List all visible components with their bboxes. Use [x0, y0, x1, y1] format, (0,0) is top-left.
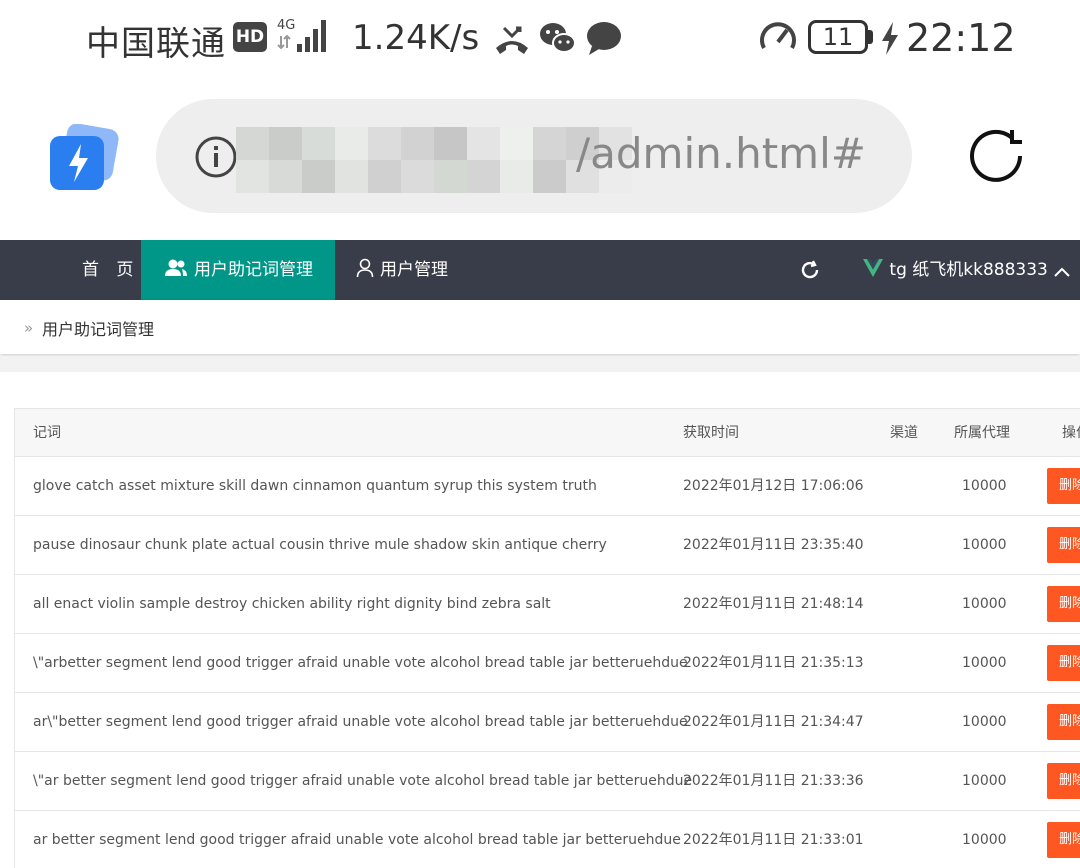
- cell-time: 2022年01月11日 21:35:13: [683, 655, 864, 671]
- info-icon[interactable]: [194, 135, 238, 179]
- delete-button[interactable]: 删除: [1047, 704, 1080, 740]
- content-divider: [0, 356, 1080, 372]
- chevron-up-icon: [1054, 267, 1070, 277]
- url-text[interactable]: /admin.html#: [576, 129, 866, 178]
- cell-words: ar better segment lend good trigger afra…: [33, 832, 681, 848]
- clock: 22:12: [906, 16, 1016, 60]
- cell-words: all enact violin sample destroy chicken …: [33, 596, 551, 612]
- url-redacted: [236, 127, 632, 193]
- admin-top-nav: 首 页 用户助记词管理 用户管理 tg 纸飞机kk888333: [0, 240, 1080, 300]
- header-agent: 所属代理: [954, 425, 1010, 441]
- table-row: \"arbetter segment lend good trigger afr…: [15, 634, 1080, 693]
- cell-agent: 10000: [962, 832, 1007, 848]
- cell-words: glove catch asset mixture skill dawn cin…: [33, 478, 597, 494]
- battery-tip: [868, 30, 873, 44]
- refresh-icon[interactable]: [798, 258, 822, 282]
- breadcrumb: » 用户助记词管理: [0, 300, 1080, 354]
- header-time: 获取时间: [683, 425, 739, 441]
- wechat-icon: [540, 23, 576, 53]
- cell-agent: 10000: [962, 714, 1007, 730]
- breadcrumb-current[interactable]: 用户助记词管理: [42, 316, 154, 340]
- cell-words: \"ar better segment lend good trigger af…: [33, 773, 693, 789]
- cell-agent: 10000: [962, 478, 1007, 494]
- users-icon: [165, 259, 187, 276]
- status-bar: 中国联通 HD 4G 1.24K/s 11 22:12: [0, 0, 1080, 76]
- cell-time: 2022年01月11日 21:34:47: [683, 714, 864, 730]
- delete-button[interactable]: 删除: [1047, 763, 1080, 799]
- missed-call-icon: [496, 26, 528, 54]
- nav-users-label: 用户管理: [380, 260, 448, 280]
- table-row: pause dinosaur chunk plate actual cousin…: [15, 516, 1080, 575]
- table-header: 记词 获取时间 渠道 所属代理 操作: [15, 409, 1080, 457]
- cell-words: \"arbetter segment lend good trigger afr…: [33, 655, 688, 671]
- net-speed: 1.24K/s: [352, 18, 480, 58]
- cell-time: 2022年01月11日 21:48:14: [683, 596, 864, 612]
- nav-mnemonic-label: 用户助记词管理: [194, 260, 313, 280]
- cell-agent: 10000: [962, 773, 1007, 789]
- mnemonic-table: 记词 获取时间 渠道 所属代理 操作 glove catch asset mix…: [14, 408, 1080, 868]
- cell-agent: 10000: [962, 596, 1007, 612]
- charging-icon: [882, 22, 898, 55]
- address-bar[interactable]: /admin.html#: [156, 99, 912, 213]
- header-operation: 操作: [1062, 425, 1080, 441]
- delete-button[interactable]: 删除: [1047, 645, 1080, 681]
- cell-agent: 10000: [962, 655, 1007, 671]
- table-row: glove catch asset mixture skill dawn cin…: [15, 457, 1080, 516]
- user-menu[interactable]: tg 纸飞机kk888333: [862, 240, 1071, 300]
- nav-user-management[interactable]: 用户管理: [356, 240, 448, 300]
- delete-button[interactable]: 删除: [1047, 527, 1080, 563]
- cell-time: 2022年01月11日 21:33:36: [683, 773, 864, 789]
- signal-4g-icon: 4G: [277, 18, 326, 52]
- nav-mnemonic-management[interactable]: 用户助记词管理: [141, 240, 335, 300]
- delete-button[interactable]: 删除: [1047, 468, 1080, 504]
- battery-level: 11: [808, 20, 868, 54]
- user-icon: [356, 258, 374, 278]
- cell-time: 2022年01月11日 23:35:40: [683, 537, 864, 553]
- carrier-name: 中国联通: [86, 24, 226, 64]
- table-row: ar better segment lend good trigger afra…: [15, 811, 1080, 868]
- vue-logo-icon: [863, 259, 883, 277]
- cell-words: pause dinosaur chunk plate actual cousin…: [33, 537, 607, 553]
- app-bolt-icon[interactable]: [48, 124, 120, 192]
- cell-time: 2022年01月11日 21:33:01: [683, 832, 864, 848]
- cell-words: ar\"better segment lend good trigger afr…: [33, 714, 688, 730]
- message-icon: [587, 22, 621, 55]
- speed-gauge-icon: [760, 22, 796, 49]
- table-row: \"ar better segment lend good trigger af…: [15, 752, 1080, 811]
- delete-button[interactable]: 删除: [1047, 586, 1080, 622]
- network-type-label: 4G: [277, 18, 295, 33]
- delete-button[interactable]: 删除: [1047, 822, 1080, 858]
- cell-agent: 10000: [962, 537, 1007, 553]
- header-words: 记词: [33, 425, 61, 441]
- user-name: tg 纸飞机kk888333: [889, 260, 1048, 280]
- header-channel: 渠道: [890, 425, 918, 441]
- table-row: all enact violin sample destroy chicken …: [15, 575, 1080, 634]
- cell-time: 2022年01月12日 17:06:06: [683, 478, 864, 494]
- browser-toolbar: /admin.html#: [0, 76, 1080, 240]
- reload-icon[interactable]: [962, 122, 1030, 190]
- hd-badge: HD: [233, 22, 267, 52]
- breadcrumb-chevron-icon: »: [24, 319, 34, 337]
- table-row: ar\"better segment lend good trigger afr…: [15, 693, 1080, 752]
- nav-home[interactable]: 首 页: [82, 240, 139, 300]
